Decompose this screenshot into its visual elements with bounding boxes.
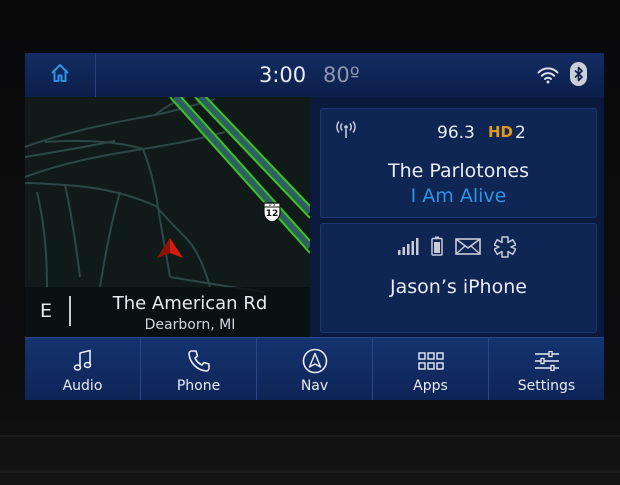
- nav-settings-button[interactable]: Settings: [489, 338, 604, 400]
- current-street-panel: E The American Rd Dearborn, MI: [25, 287, 310, 337]
- navigation-map[interactable]: U S 12 E The American Rd Dearborn, MI: [25, 97, 310, 337]
- us-route-shield: U S 12: [262, 201, 282, 223]
- outside-temperature: 80º: [323, 63, 360, 87]
- compass-heading: E: [40, 300, 53, 322]
- sync-screen: 3:00 80º U S 12 E The American Rd Dearbo…: [25, 53, 604, 400]
- nav-phone-label: Phone: [176, 378, 221, 394]
- bezel-trim: [0, 470, 620, 473]
- nav-nav-button[interactable]: Nav: [257, 338, 373, 400]
- hd-subchannel: 2: [515, 123, 526, 143]
- radio-broadcast-icon: [335, 121, 357, 143]
- nav-apps-label: Apps: [413, 378, 448, 394]
- street-name: The American Rd: [112, 293, 268, 314]
- route-number: 12: [265, 209, 279, 219]
- phone-device-name: Jason’s iPhone: [390, 276, 527, 298]
- city-name: Dearborn, MI: [144, 317, 236, 333]
- phone-handset-icon: [141, 348, 256, 374]
- nav-nav-label: Nav: [300, 378, 329, 394]
- battery-icon: [431, 236, 443, 260]
- sliders-icon: [489, 348, 604, 374]
- apps-grid-icon: [373, 348, 488, 374]
- status-bar: 3:00 80º: [25, 53, 604, 97]
- emergency-assistance-icon: [493, 236, 517, 262]
- hd-radio-badge: HD: [488, 123, 514, 141]
- wifi-icon: [537, 66, 559, 88]
- connected-phone-panel[interactable]: Jason’s iPhone: [320, 223, 597, 333]
- message-envelope-icon: [455, 236, 481, 260]
- music-note-icon: [25, 348, 140, 374]
- nav-phone-button[interactable]: Phone: [141, 338, 257, 400]
- phone-status-icons: [397, 236, 527, 258]
- nav-settings-label: Settings: [517, 378, 576, 394]
- now-playing-panel[interactable]: 96.3 HD 2 The Parlotones I Am Alive: [320, 108, 597, 218]
- radio-frequency: 96.3: [437, 123, 475, 143]
- home-icon: [49, 62, 71, 88]
- signal-strength-icon: [397, 236, 419, 260]
- home-button[interactable]: [25, 53, 96, 97]
- route-shield-prefix: U S: [268, 202, 276, 207]
- nav-apps-button[interactable]: Apps: [373, 338, 489, 400]
- clock: 3:00: [259, 63, 307, 87]
- bluetooth-icon: [570, 62, 587, 86]
- nav-audio-label: Audio: [62, 378, 103, 394]
- nav-audio-button[interactable]: Audio: [25, 338, 141, 400]
- bottom-nav-bar: Audio Phone Nav Apps Settings: [25, 337, 604, 400]
- navigation-arrow-icon: [257, 348, 372, 374]
- bezel-trim: [0, 435, 620, 437]
- heading-divider: [69, 296, 71, 326]
- song-title: I Am Alive: [410, 185, 507, 207]
- artist-name: The Parlotones: [387, 160, 530, 182]
